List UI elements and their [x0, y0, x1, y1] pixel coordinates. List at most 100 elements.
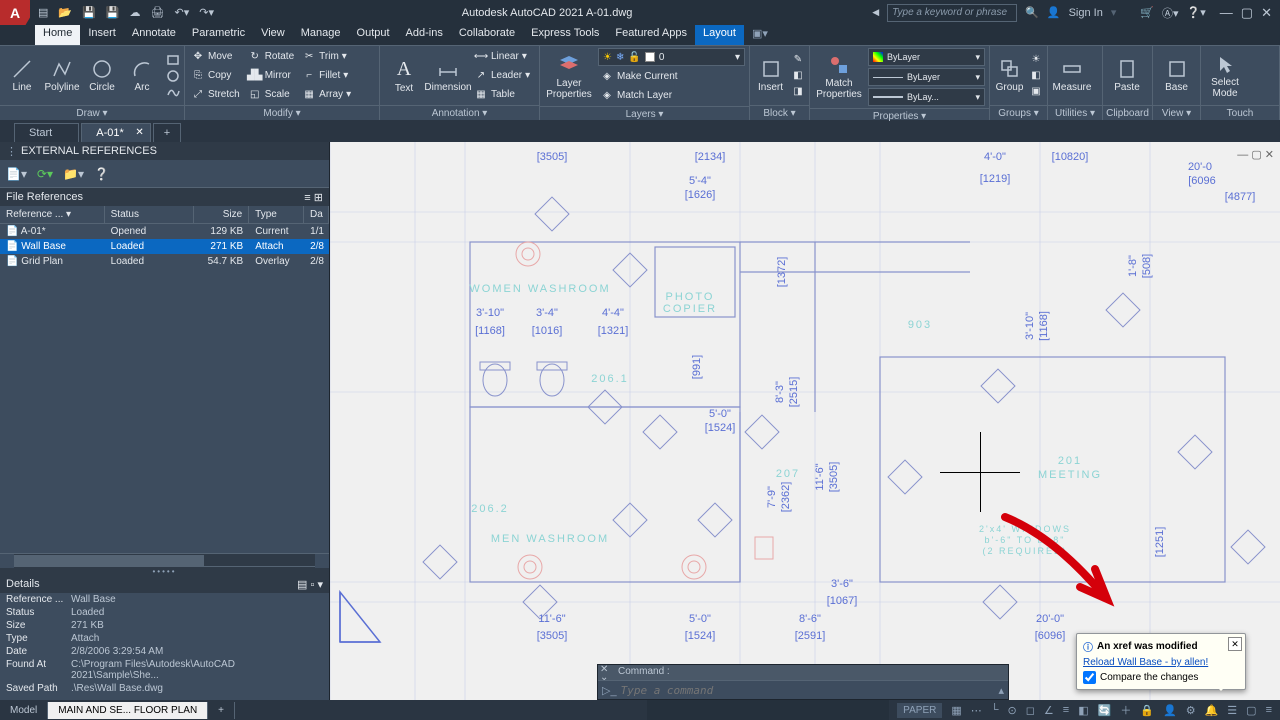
qat-saveas-icon[interactable]: 💾 [106, 6, 120, 19]
group-sel-icon[interactable]: ▣ [1029, 85, 1043, 99]
viewport-controls[interactable]: — ▢ ✕ [1237, 148, 1274, 161]
qat-plot-icon[interactable]: 🖨 [151, 6, 165, 19]
custom-icon[interactable]: ≡ [1266, 704, 1272, 716]
move-button[interactable]: ✥Move [189, 48, 242, 65]
qat-open-icon[interactable]: 📂 [58, 6, 72, 19]
mirror-button[interactable]: ▟▙Mirror [246, 67, 296, 84]
annomon-icon[interactable]: ＋ [1120, 702, 1131, 718]
cmd-close-icon[interactable]: ✕⌄ [600, 666, 608, 682]
match-layer-button[interactable]: ◈Match Layer [598, 87, 745, 104]
dimension-button[interactable]: Dimension [428, 48, 468, 103]
otrack-icon[interactable]: ∠ [1044, 704, 1054, 717]
grid-icon[interactable]: ▦ [951, 704, 961, 717]
table-row[interactable]: 📄 Wall BaseLoaded271 KBAttach2/8 [0, 239, 329, 254]
layout-tab-active[interactable]: MAIN AND SE... FLOOR PLAN [48, 702, 208, 719]
layerprops-button[interactable]: Layer Properties [544, 49, 594, 104]
space-toggle[interactable]: PAPER [897, 703, 942, 718]
compare-checkbox[interactable]: Compare the changes [1083, 671, 1239, 684]
circle-button[interactable]: Circle [84, 48, 120, 103]
tab-parametric[interactable]: Parametric [184, 25, 253, 45]
notif-close-icon[interactable]: ✕ [1228, 637, 1242, 651]
col-status[interactable]: Status [105, 206, 195, 223]
command-input[interactable] [621, 684, 995, 697]
drawing-canvas[interactable]: [3505] [2134] 4'-0" [10820] [1219] 20'-0… [330, 142, 1280, 700]
signin-link[interactable]: Sign In [1069, 7, 1103, 19]
app-logo[interactable]: A [0, 0, 30, 25]
col-name[interactable]: Reference ... ▾ [0, 206, 105, 223]
tab-view[interactable]: View [253, 25, 293, 45]
details-list-icon[interactable]: ▤ [297, 579, 307, 591]
cycling-icon[interactable]: 🔄 [1098, 704, 1112, 717]
tab-layout[interactable]: Layout [695, 25, 744, 45]
polyline-button[interactable]: Polyline [44, 48, 80, 103]
list-view-icon[interactable]: ≡ [304, 192, 310, 204]
col-type[interactable]: Type [249, 206, 304, 223]
search-prev-icon[interactable]: ◀ [872, 7, 879, 18]
tab-express[interactable]: Express Tools [523, 25, 607, 45]
table-button[interactable]: ▦Table [472, 86, 532, 103]
layer-combo[interactable]: ☀❄🔓0▾ [598, 48, 745, 66]
annotation-icon[interactable]: 🔔 [1205, 704, 1219, 717]
panel-draw-title[interactable]: Draw ▾ [0, 105, 184, 121]
close-doc-icon[interactable]: ✕ [135, 127, 143, 138]
color-combo[interactable]: ByLayer▾ [868, 48, 985, 66]
command-window[interactable]: ✕⌄Command : ▷_▴ [597, 664, 1009, 700]
rectangle-icon[interactable] [166, 53, 180, 67]
clean-icon[interactable]: ▢ [1246, 704, 1256, 717]
doc-tab-active[interactable]: A-01*✕ [81, 123, 151, 142]
tree-view-icon[interactable]: ⊞ [314, 192, 323, 204]
reload-xref-link[interactable]: Reload Wall Base - by allen! [1083, 657, 1239, 668]
stretch-button[interactable]: ⤢Stretch [189, 86, 242, 103]
linetype-combo[interactable]: ByLayer▾ [868, 68, 985, 86]
tab-output[interactable]: Output [349, 25, 398, 45]
fillet-button[interactable]: ⌐Fillet ▾ [300, 67, 353, 84]
panel-groups-title[interactable]: Groups ▾ [990, 105, 1047, 121]
tab-addins[interactable]: Add-ins [398, 25, 451, 45]
lineweight-combo[interactable]: ByLay...▾ [868, 88, 985, 106]
qat-save-icon[interactable]: 💾 [82, 6, 96, 19]
linear-button[interactable]: ⟷Linear ▾ [472, 48, 532, 65]
tab-featured[interactable]: Featured Apps [607, 25, 695, 45]
qat-web-icon[interactable]: ☁ [130, 6, 141, 19]
refresh-icon[interactable]: ⟳▾ [37, 167, 53, 181]
panel-annot-title[interactable]: Annotation ▾ [380, 105, 539, 121]
scale-icon[interactable]: 🔒 [1140, 704, 1154, 717]
table-row[interactable]: 📄 Grid PlanLoaded54.7 KBOverlay2/8 [0, 254, 329, 269]
tab-more-icon[interactable]: ▣▾ [744, 25, 776, 45]
details-preview-icon[interactable]: ▫ [311, 579, 315, 591]
osnap-icon[interactable]: ◻ [1026, 704, 1035, 717]
create-block-icon[interactable]: ◧ [791, 69, 805, 83]
hatch-icon[interactable] [166, 69, 180, 83]
panel-modify-title[interactable]: Modify ▾ [185, 105, 379, 121]
ortho-icon[interactable]: └ [991, 704, 999, 716]
panel-block-title[interactable]: Block ▾ [750, 105, 809, 121]
change-path-icon[interactable]: 📁▾ [63, 167, 84, 181]
help-icon[interactable]: ❔▾ [1187, 6, 1206, 19]
match-props-button[interactable]: Match Properties [814, 50, 864, 105]
copy-button[interactable]: ⎘Copy [189, 67, 242, 84]
snap-icon[interactable]: ⋯ [971, 704, 982, 717]
maximize-icon[interactable]: ▢ [1241, 5, 1253, 21]
tab-manage[interactable]: Manage [293, 25, 349, 45]
attr-icon[interactable]: ◨ [791, 85, 805, 99]
col-date[interactable]: Da [304, 206, 329, 223]
palette-help-icon[interactable]: ❔ [94, 167, 109, 181]
col-size[interactable]: Size [194, 206, 249, 223]
qat-new-icon[interactable]: ▤ [38, 6, 48, 19]
scale-button[interactable]: ◱Scale [246, 86, 296, 103]
close-icon[interactable]: ✕ [1261, 5, 1272, 21]
panel-props-title[interactable]: Properties ▾ [810, 108, 989, 124]
arc-button[interactable]: Arc [124, 48, 160, 103]
palette-grip-icon[interactable]: ⋮ [6, 145, 17, 158]
a360-icon[interactable]: Ⓐ▾ [1162, 5, 1179, 21]
minimize-icon[interactable]: — [1220, 5, 1233, 21]
panel-utils-title[interactable]: Utilities ▾ [1048, 105, 1102, 121]
attach-icon[interactable]: 📄▾ [6, 167, 27, 181]
doc-tab-start[interactable]: Start [14, 123, 79, 142]
select-mode-button[interactable]: Select Mode [1205, 48, 1245, 103]
annoscale-icon[interactable]: 👤 [1163, 704, 1177, 717]
paste-button[interactable]: Paste [1107, 48, 1147, 103]
tab-annotate[interactable]: Annotate [124, 25, 184, 45]
make-current-button[interactable]: ◈Make Current [598, 68, 745, 85]
text-button[interactable]: AText [384, 48, 424, 103]
